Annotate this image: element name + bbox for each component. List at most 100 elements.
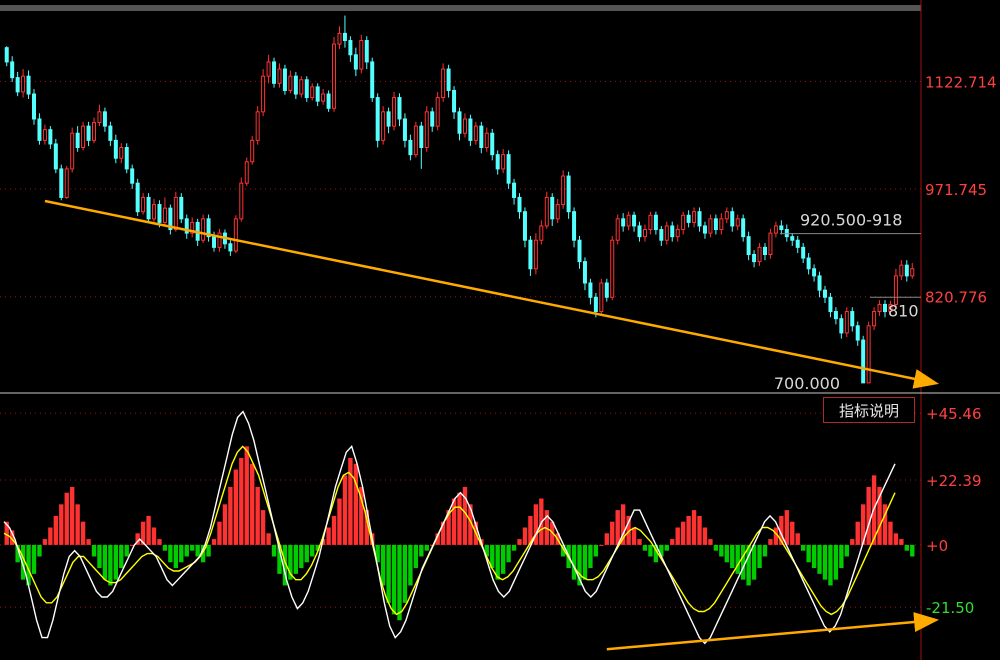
candle-body xyxy=(773,225,778,234)
candle-body xyxy=(708,218,713,234)
macd-bar xyxy=(817,544,822,574)
candle-body xyxy=(506,154,511,184)
candle-body xyxy=(637,225,642,238)
candle-body xyxy=(424,111,429,149)
candle-body xyxy=(801,246,806,259)
macd-bar xyxy=(811,544,817,569)
macd-bar xyxy=(42,539,48,545)
macd-bar xyxy=(228,486,233,545)
macd-bar xyxy=(397,544,402,621)
candle-body xyxy=(833,311,838,320)
macd-bar xyxy=(593,544,599,557)
candle-body xyxy=(572,211,577,241)
candle-body xyxy=(277,68,282,84)
candle-body xyxy=(692,211,697,223)
candle-body xyxy=(495,154,500,170)
candle-body xyxy=(539,225,544,241)
macd-bar xyxy=(686,515,691,545)
macd-bar xyxy=(768,539,773,545)
indicator-help-button[interactable]: 指标说明 xyxy=(823,397,915,423)
candle-body xyxy=(413,125,418,156)
macd-bar xyxy=(408,544,413,586)
candle-body xyxy=(239,182,244,220)
candle-body xyxy=(904,264,909,277)
candle-body xyxy=(310,86,315,99)
macd-bar xyxy=(222,504,228,545)
macd-tick-label: +0 xyxy=(926,537,948,555)
candle-body xyxy=(675,229,680,238)
candle-body xyxy=(293,75,298,95)
candle-body xyxy=(201,218,206,241)
candle-body xyxy=(752,253,757,263)
candle-body xyxy=(435,97,440,127)
candle-body xyxy=(375,97,380,141)
macd-bar xyxy=(91,544,97,557)
macd-bar xyxy=(244,446,249,545)
macd-bar xyxy=(310,544,315,557)
macd-bar xyxy=(31,544,37,574)
candle-body xyxy=(37,118,42,141)
candle-body xyxy=(86,125,91,141)
candle-body xyxy=(615,218,620,241)
macd-bar xyxy=(108,544,113,586)
macd-bar xyxy=(571,544,577,580)
macd-bar xyxy=(637,539,642,545)
macd-bar xyxy=(680,521,686,545)
candle-body xyxy=(162,207,167,223)
macd-bar xyxy=(342,475,348,545)
candle-body xyxy=(332,43,337,109)
macd-bar xyxy=(702,527,708,545)
macd-bar xyxy=(206,544,211,557)
candle-body xyxy=(593,296,598,313)
candle-body xyxy=(468,118,473,141)
macd-bar xyxy=(522,527,528,545)
macd-bar xyxy=(97,544,102,569)
candle-body xyxy=(381,111,386,141)
candle-body xyxy=(97,111,102,124)
candle-body xyxy=(282,68,287,91)
candle-body xyxy=(441,68,446,99)
candle-body xyxy=(348,40,353,56)
candle-body xyxy=(697,211,702,227)
candle-body xyxy=(490,132,495,156)
macd-bar xyxy=(691,510,697,545)
candle-body xyxy=(157,204,162,223)
candle-body xyxy=(762,246,767,255)
candle-body xyxy=(92,122,97,141)
candle-body xyxy=(304,79,309,99)
macd-bar xyxy=(888,521,893,545)
macd-tick-label: +22.39 xyxy=(926,472,982,490)
macd-bar xyxy=(59,504,64,545)
macd-bar xyxy=(386,544,391,603)
candle-body xyxy=(173,196,178,231)
macd-bar xyxy=(850,539,855,545)
candle-body xyxy=(533,239,538,270)
candle-body xyxy=(806,257,811,270)
macd-bar xyxy=(75,504,80,545)
y-axis-labels: 1122.714 971.745 820.776 +45.46 +22.39 +0 -21.… xyxy=(925,73,997,617)
candle-body xyxy=(550,196,555,220)
candle-body xyxy=(146,196,151,220)
macd-bar xyxy=(599,544,604,546)
candle-body xyxy=(670,225,675,238)
macd-bar xyxy=(260,510,266,545)
macd-bar xyxy=(675,527,680,545)
candle-body xyxy=(430,111,435,127)
candle-body xyxy=(392,97,397,127)
macd-bar xyxy=(271,544,277,557)
macd-bar xyxy=(419,544,424,557)
macd-bar xyxy=(648,544,653,557)
candle-body xyxy=(124,147,129,170)
candle-body xyxy=(53,143,58,170)
candle-body xyxy=(866,325,871,384)
candle-body xyxy=(642,229,647,238)
candle-body xyxy=(419,125,424,149)
candle-body xyxy=(250,139,255,163)
macd-bar xyxy=(113,544,119,580)
candle-body xyxy=(686,214,691,223)
candle-body xyxy=(877,303,882,313)
candle-body xyxy=(326,93,331,109)
macd-bar xyxy=(795,533,800,545)
candle-body xyxy=(10,61,15,79)
candle-body xyxy=(855,325,860,341)
